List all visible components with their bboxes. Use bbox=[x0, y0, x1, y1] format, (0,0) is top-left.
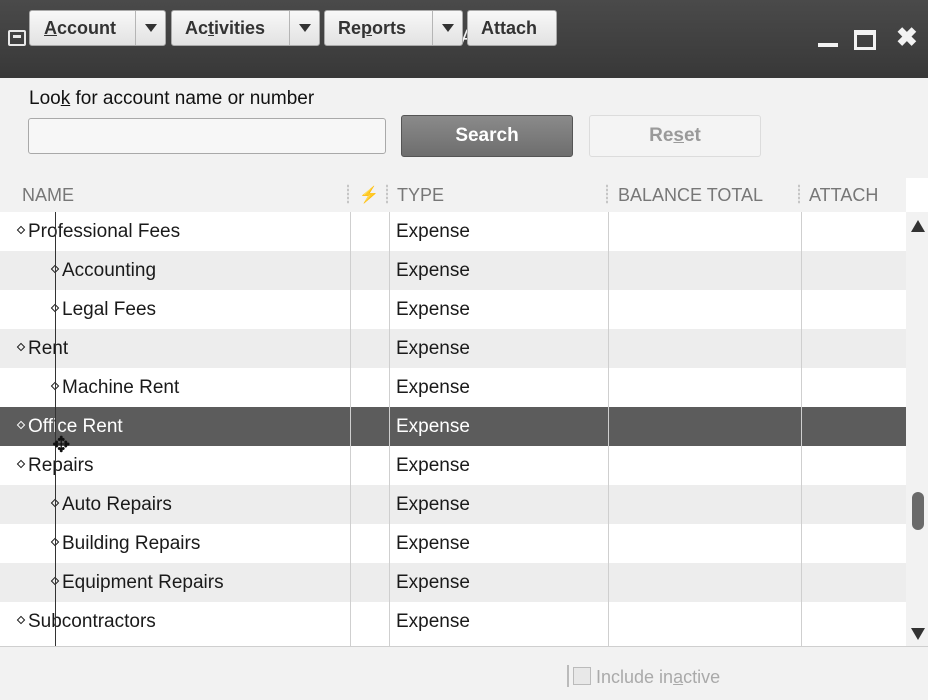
account-type-cell: Expense bbox=[396, 377, 470, 398]
table-row[interactable]: Legal Fees Expense bbox=[0, 290, 906, 329]
account-name: Building Repairs bbox=[62, 533, 201, 554]
table-header: NAME ⚡ TYPE BALANCE TOTAL ATTACH bbox=[0, 178, 906, 212]
tree-node-icon bbox=[16, 225, 26, 235]
column-divider bbox=[608, 212, 609, 646]
table-row[interactable]: Equipment Repairs Expense bbox=[0, 563, 906, 602]
account-type-cell: Expense bbox=[396, 299, 470, 320]
scroll-up-icon[interactable] bbox=[911, 220, 925, 232]
table-row[interactable]: Accounting Expense bbox=[0, 251, 906, 290]
tree-guide-line bbox=[55, 212, 56, 646]
reset-button[interactable]: Reset bbox=[589, 115, 761, 157]
chevron-down-icon[interactable] bbox=[432, 11, 462, 45]
account-type-cell: Expense bbox=[396, 611, 470, 632]
attach-button[interactable]: Attach bbox=[467, 10, 557, 46]
table-row[interactable]: Professional Fees Expense bbox=[0, 212, 906, 251]
account-name-cell: Machine Rent bbox=[50, 368, 180, 407]
column-divider bbox=[389, 212, 390, 646]
account-type-cell: Expense bbox=[396, 494, 470, 515]
account-name-cell: Subcontractors bbox=[16, 602, 156, 641]
lightning-icon[interactable]: ⚡ bbox=[359, 185, 379, 205]
tree-node-icon bbox=[16, 420, 26, 430]
accounts-table: Professional Fees Expense Accounting Expens… bbox=[0, 212, 906, 646]
column-separator[interactable] bbox=[798, 184, 800, 204]
column-separator[interactable] bbox=[347, 184, 349, 204]
column-separator[interactable] bbox=[386, 184, 388, 204]
scroll-down-icon[interactable] bbox=[911, 628, 925, 640]
account-name-cell: Building Repairs bbox=[50, 524, 201, 563]
account-name-cell: Equipment Repairs bbox=[50, 563, 224, 602]
include-inactive-label: Include inactive bbox=[596, 667, 721, 687]
tree-node-icon bbox=[16, 342, 26, 352]
account-name: Office Rent bbox=[28, 416, 123, 437]
search-input[interactable] bbox=[28, 118, 386, 154]
column-separator[interactable] bbox=[606, 184, 608, 204]
tree-node-icon bbox=[16, 459, 26, 469]
search-button[interactable]: Search bbox=[401, 115, 573, 157]
search-label: Look for account name or number bbox=[29, 88, 315, 109]
table-row[interactable]: Machine Rent Expense bbox=[0, 368, 906, 407]
column-divider bbox=[801, 212, 802, 646]
account-name: Machine Rent bbox=[62, 377, 180, 398]
tree-node-icon bbox=[16, 615, 26, 625]
account-name: Equipment Repairs bbox=[62, 572, 224, 593]
column-divider bbox=[350, 212, 351, 646]
table-row[interactable]: Office Rent Expense bbox=[0, 407, 906, 446]
account-name-cell: Professional Fees bbox=[16, 212, 181, 251]
account-menu-button[interactable]: Account bbox=[29, 10, 166, 46]
move-cursor-icon: ✥ bbox=[52, 432, 71, 457]
account-name: Accounting bbox=[62, 260, 157, 281]
table-row[interactable]: Subcontractors Expense bbox=[0, 602, 906, 641]
activities-menu-button[interactable]: Activities bbox=[171, 10, 320, 46]
column-header-type[interactable]: TYPE bbox=[397, 185, 444, 206]
chevron-down-icon[interactable] bbox=[135, 11, 165, 45]
account-type-cell: Expense bbox=[396, 338, 470, 359]
column-header-attach[interactable]: ATTACH bbox=[809, 185, 878, 206]
table-row[interactable]: Rent Expense bbox=[0, 329, 906, 368]
account-type-cell: Expense bbox=[396, 572, 470, 593]
bottom-toolbar bbox=[0, 646, 928, 700]
account-type-cell: Expense bbox=[396, 455, 470, 476]
table-row[interactable]: Auto Repairs Expense bbox=[0, 485, 906, 524]
column-header-balance[interactable]: BALANCE TOTAL bbox=[618, 185, 763, 206]
account-name: Subcontractors bbox=[28, 611, 156, 632]
table-row[interactable]: Building Repairs Expense bbox=[0, 524, 906, 563]
chevron-down-icon[interactable] bbox=[289, 11, 319, 45]
account-type-cell: Expense bbox=[396, 260, 470, 281]
search-panel: Look for account name or number Search R… bbox=[0, 78, 928, 178]
account-name: Professional Fees bbox=[28, 221, 181, 242]
close-icon[interactable]: ✖ bbox=[896, 24, 918, 50]
reports-menu-button[interactable]: Reports bbox=[324, 10, 463, 46]
account-name-cell: Legal Fees bbox=[50, 290, 157, 329]
account-name: Legal Fees bbox=[62, 299, 157, 320]
include-inactive-checkbox[interactable] bbox=[573, 667, 591, 685]
account-name: Repairs bbox=[28, 455, 94, 476]
account-type-cell: Expense bbox=[396, 533, 470, 554]
account-name: Rent bbox=[28, 338, 69, 359]
account-name-cell: Accounting bbox=[50, 251, 157, 290]
account-name: Auto Repairs bbox=[62, 494, 172, 515]
vertical-scrollbar[interactable] bbox=[906, 212, 928, 646]
maximize-icon[interactable] bbox=[854, 30, 876, 50]
table-row[interactable]: Repairs Expense bbox=[0, 446, 906, 485]
scroll-thumb[interactable] bbox=[912, 492, 924, 530]
account-type-cell: Expense bbox=[396, 221, 470, 242]
column-header-name[interactable]: NAME bbox=[22, 185, 74, 206]
account-type-cell: Expense bbox=[396, 416, 470, 437]
account-name-cell: Auto Repairs bbox=[50, 485, 172, 524]
account-name-cell: Rent bbox=[16, 329, 69, 368]
toolbar-divider bbox=[567, 665, 569, 687]
